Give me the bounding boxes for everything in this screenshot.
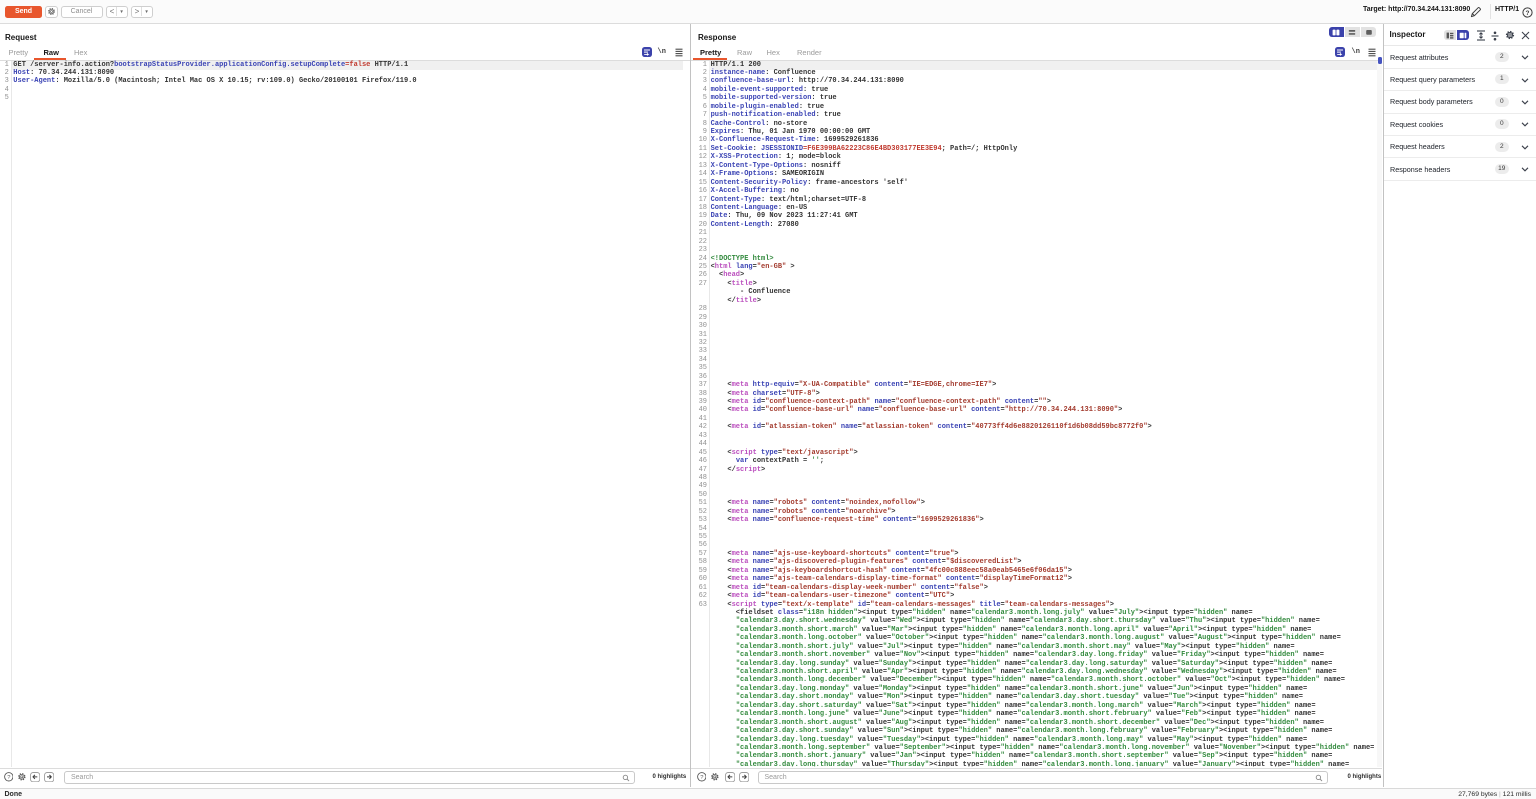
svg-text:?: ? — [7, 775, 10, 781]
svg-text:?: ? — [700, 775, 703, 781]
svg-text:?: ? — [1525, 10, 1529, 17]
